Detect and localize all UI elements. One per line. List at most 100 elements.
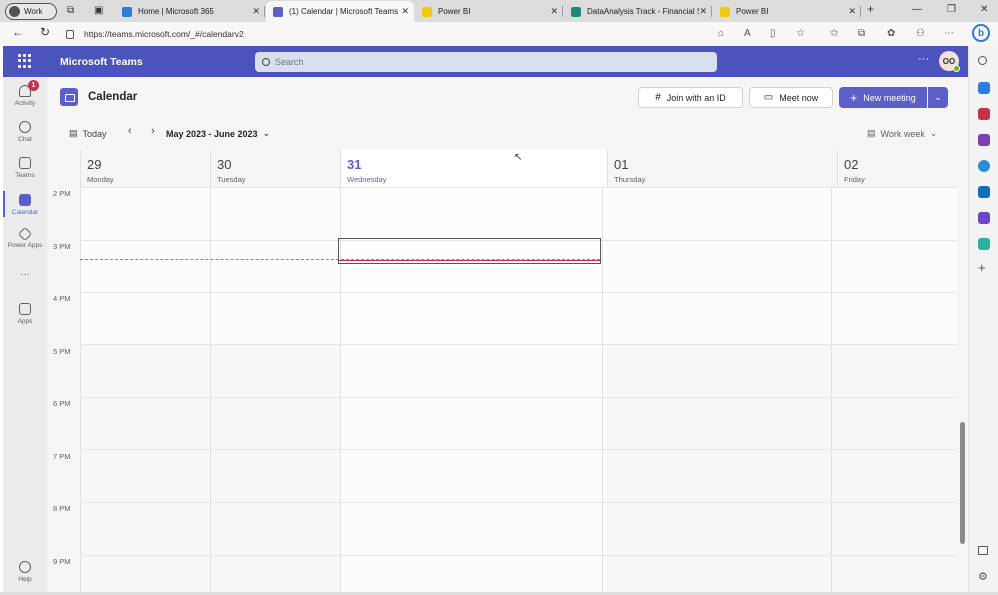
hour-label: 7 PM (53, 452, 71, 461)
chevron-right-icon: › (151, 125, 155, 137)
collections-icon[interactable]: ⧉ (858, 28, 865, 39)
rail-item-power-apps[interactable]: Power Apps (3, 226, 47, 249)
back-icon[interactable]: ← (12, 25, 24, 39)
rail-item-activity[interactable]: 1 Activity (3, 80, 47, 107)
shopping-icon[interactable] (978, 82, 990, 94)
search-box[interactable] (255, 52, 717, 72)
new-meeting-dropdown[interactable]: ⌄ (928, 87, 948, 108)
app-available-icon[interactable]: ⌂ (718, 28, 724, 39)
close-tab-icon[interactable]: ✕ (699, 6, 707, 17)
drop-icon[interactable] (978, 238, 990, 250)
hash-icon: # (655, 92, 661, 103)
bing-chat-icon[interactable]: b (972, 24, 990, 42)
meet-now-button[interactable]: ▭ Meet now (749, 87, 833, 108)
tab-powerbi-2[interactable]: Power BI ✕ (713, 1, 861, 22)
data-analysis-favicon-icon (571, 6, 581, 17)
help-icon (19, 561, 31, 573)
url-text: https://teams.microsoft.com/_#/calendarv… (84, 29, 244, 39)
designer-icon[interactable] (978, 212, 990, 224)
calendar-app-icon (60, 88, 78, 106)
sidebar-search-icon[interactable] (978, 56, 987, 65)
join-label: Join with an ID (666, 92, 726, 103)
day-header-wednesday[interactable]: 31 Wednesday (340, 149, 607, 187)
new-tab-icon[interactable]: + (867, 2, 874, 16)
tab-data-analysis[interactable]: DataAnalysis Track - Financial S ✕ (564, 1, 712, 22)
rail-item-label: Power Apps (7, 242, 43, 249)
hour-line (80, 187, 957, 188)
app-launcher-icon[interactable] (18, 54, 32, 68)
rail-item-label: Activity (14, 100, 36, 107)
rail-item-calendar[interactable]: Calendar (3, 191, 47, 217)
rail-item-label: Teams (15, 172, 35, 179)
hide-sidebar-icon[interactable] (978, 546, 988, 555)
workspaces-icon[interactable]: ⧉ (67, 5, 74, 16)
tab-separator (264, 6, 265, 17)
vertical-scrollbar[interactable] (960, 422, 965, 544)
join-with-id-button[interactable]: # Join with an ID (638, 87, 743, 108)
tab-title: Home | Microsoft 365 (138, 7, 214, 16)
selected-time-slot[interactable] (338, 238, 601, 264)
day-header-thursday[interactable]: 01 Thursday (607, 149, 837, 187)
rail-more-apps[interactable]: ··· (3, 269, 47, 280)
day-column[interactable] (210, 187, 211, 595)
user-avatar[interactable]: OO (939, 51, 960, 72)
day-name: Wednesday (347, 175, 387, 184)
next-week-button[interactable]: › (151, 125, 155, 137)
calendar-icon (19, 194, 31, 206)
active-indicator (3, 191, 5, 217)
extensions-icon[interactable]: ✿ (887, 28, 895, 39)
close-tab-icon[interactable]: ✕ (252, 6, 260, 17)
rail-item-apps[interactable]: Apps (3, 303, 47, 325)
date-range-picker[interactable]: May 2023 - June 2023 ⌄ (166, 128, 270, 139)
hour-label: 8 PM (53, 504, 71, 513)
day-header-monday[interactable]: 29 Monday (80, 149, 210, 187)
new-meeting-button[interactable]: + New meeting (839, 87, 927, 108)
previous-week-button[interactable]: ‹ (128, 125, 132, 137)
split-screen-icon[interactable]: ▯ (770, 28, 776, 39)
today-button[interactable]: ▤ Today (69, 128, 107, 139)
close-window-icon[interactable]: ✕ (980, 4, 988, 15)
read-aloud-icon[interactable]: A (744, 28, 751, 39)
day-header-tuesday[interactable]: 30 Tuesday (210, 149, 340, 187)
refresh-icon[interactable]: ↻ (40, 25, 50, 39)
tab-actions-icon[interactable]: ▣ (94, 5, 103, 16)
rail-item-chat[interactable]: Chat (3, 121, 47, 143)
hour-label: 9 PM (53, 557, 71, 566)
rail-item-help[interactable]: Help (3, 561, 47, 583)
games-icon[interactable] (978, 134, 990, 146)
settings-more-icon[interactable]: ⋯ (944, 28, 954, 39)
tab-teams-calendar[interactable]: (1) Calendar | Microsoft Teams ✕ (266, 1, 414, 22)
close-tab-icon[interactable]: ✕ (401, 6, 409, 17)
close-tab-icon[interactable]: ✕ (550, 6, 558, 17)
day-name: Friday (844, 175, 865, 184)
sidebar-settings-icon[interactable]: ⚙ (978, 571, 990, 583)
add-sidebar-app-icon[interactable]: + (978, 261, 990, 274)
day-number: 30 (217, 157, 232, 172)
hour-label: 2 PM (53, 189, 71, 198)
close-tab-icon[interactable]: ✕ (848, 6, 856, 17)
day-column[interactable] (831, 187, 832, 595)
rail-item-teams[interactable]: Teams (3, 157, 47, 179)
search-input[interactable] (275, 57, 675, 67)
tools-icon[interactable] (978, 108, 990, 120)
day-column[interactable] (602, 187, 603, 595)
outlook-icon[interactable] (978, 186, 990, 198)
tab-home-m365[interactable]: Home | Microsoft 365 ✕ (115, 1, 265, 22)
minimize-icon[interactable]: — (912, 4, 922, 15)
day-column[interactable] (80, 187, 81, 595)
address-bar: ← ↻ https://teams.microsoft.com/_#/calen… (0, 22, 998, 46)
tab-title: DataAnalysis Track - Financial S (587, 7, 699, 16)
day-header-friday[interactable]: 02 Friday (837, 149, 957, 187)
chevron-down-icon: ⌄ (929, 128, 938, 138)
power-apps-icon (17, 226, 33, 242)
copilot-icon[interactable]: ⚇ (916, 28, 925, 39)
favorites-icon[interactable]: ✩ (830, 28, 838, 39)
view-selector[interactable]: ▤ Work week ⌄ (867, 128, 937, 139)
microsoft365-icon[interactable] (978, 160, 990, 172)
favorite-star-icon[interactable]: ☆ (796, 28, 805, 39)
more-options-icon[interactable]: ··· (918, 53, 929, 65)
profile-button[interactable]: Work (5, 3, 57, 20)
tab-powerbi-1[interactable]: Power BI ✕ (415, 1, 563, 22)
maximize-icon[interactable]: ❐ (947, 4, 956, 15)
day-number: 29 (87, 157, 102, 172)
